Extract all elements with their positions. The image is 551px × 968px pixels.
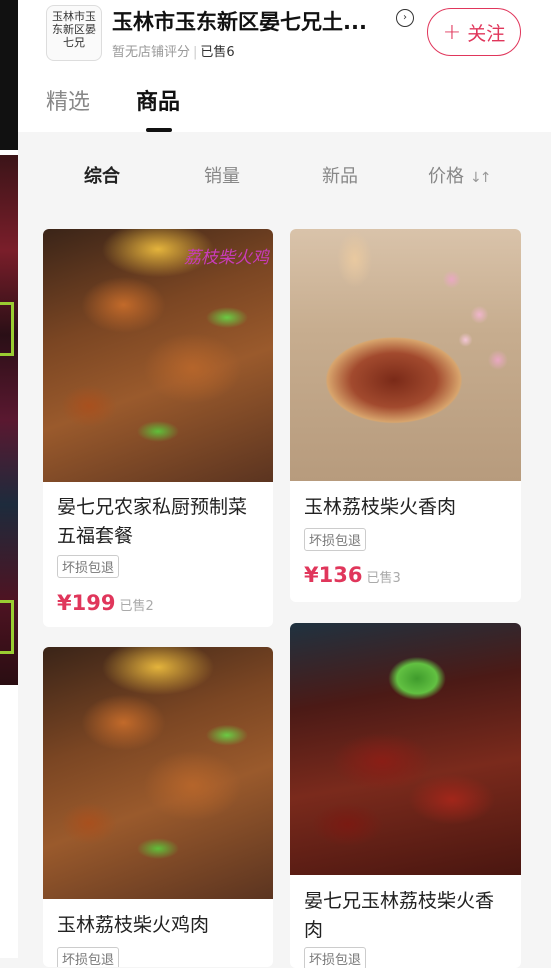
plus-icon: + bbox=[442, 19, 462, 45]
product-image bbox=[43, 647, 273, 899]
return-badge: 坏损包退 bbox=[57, 555, 120, 578]
product-title: 晏七兄玉林荔枝柴火香 肉 bbox=[304, 887, 494, 945]
product-title: 玉林荔枝柴火香肉 bbox=[304, 493, 456, 522]
sold-count: 已售2 bbox=[119, 599, 154, 614]
product-title-line: 五福套餐 bbox=[57, 525, 134, 547]
return-badge: 坏损包退 bbox=[57, 947, 120, 967]
shop-panel: 玉林市玉东新区晏七兄 玉林市玉东新区晏七兄土... › 暂无店铺评分 | 已售6 +… bbox=[18, 0, 551, 968]
tab-products[interactable]: 商品 bbox=[136, 84, 180, 116]
sort-price-label: 价格 bbox=[428, 166, 464, 187]
sort-comprehensive[interactable]: 综合 bbox=[84, 162, 120, 188]
product-card[interactable]: 荔枝柴火鸡 晏七兄农家私厨预制菜 五福套餐 坏损包退 ¥199 已售2 bbox=[43, 229, 273, 627]
follow-button[interactable]: + 关注 bbox=[427, 8, 521, 56]
shop-name[interactable]: 玉林市玉东新区晏七兄土... bbox=[112, 6, 367, 36]
sort-new[interactable]: 新品 bbox=[322, 162, 358, 188]
product-title-line: 晏七兄玉林荔枝柴火香 bbox=[304, 890, 495, 912]
chevron-right-circle-icon[interactable]: › bbox=[396, 9, 414, 27]
shop-logo[interactable]: 玉林市玉东新区晏七兄 bbox=[46, 5, 102, 61]
product-image bbox=[290, 623, 521, 875]
price-value: ¥199 bbox=[57, 591, 116, 615]
sort-price[interactable]: 价格 ↓↑ bbox=[428, 162, 492, 188]
sort-sales[interactable]: 销量 bbox=[204, 162, 240, 188]
shop-meta: 暂无店铺评分 | 已售6 bbox=[112, 41, 235, 60]
product-card[interactable]: 玉林荔枝柴火香肉 坏损包退 ¥136 已售3 bbox=[290, 229, 521, 602]
product-card[interactable]: 玉林荔枝柴火鸡肉 坏损包退 bbox=[43, 647, 273, 967]
top-tabs: 精选 商品 bbox=[18, 84, 551, 132]
price-value: ¥136 bbox=[304, 563, 363, 587]
shop-sold-count: 已售6 bbox=[200, 45, 235, 60]
product-image bbox=[290, 229, 521, 481]
tab-featured[interactable]: 精选 bbox=[46, 84, 90, 116]
shop-rating: 暂无店铺评分 bbox=[112, 45, 191, 60]
sort-bar: 综合 销量 新品 价格 ↓↑ bbox=[18, 132, 551, 212]
background-highlight-box bbox=[0, 302, 14, 356]
product-title-line: 玉林荔枝柴火鸡肉 bbox=[57, 914, 210, 936]
shop-header: 玉林市玉东新区晏七兄 玉林市玉东新区晏七兄土... › 暂无店铺评分 | 已售6 +… bbox=[18, 0, 551, 132]
product-title: 玉林荔枝柴火鸡肉 bbox=[57, 911, 209, 940]
product-title-line: 晏七兄农家私厨预制菜 bbox=[57, 496, 248, 518]
sold-count: 已售3 bbox=[366, 571, 401, 586]
meta-divider: | bbox=[193, 45, 198, 60]
background-dark-area bbox=[0, 0, 18, 150]
product-image: 荔枝柴火鸡 bbox=[43, 229, 273, 482]
product-card[interactable]: 晏七兄玉林荔枝柴火香 肉 坏损包退 bbox=[290, 623, 521, 968]
background-highlight-box bbox=[0, 600, 14, 654]
product-price: ¥136 已售3 bbox=[304, 563, 401, 587]
sort-arrows-icon: ↓↑ bbox=[470, 170, 492, 186]
follow-label: 关注 bbox=[467, 22, 506, 45]
product-title: 晏七兄农家私厨预制菜 五福套餐 bbox=[57, 493, 247, 551]
product-title-line: 玉林荔枝柴火香肉 bbox=[304, 496, 457, 518]
background-app-strip bbox=[0, 0, 18, 958]
product-price: ¥199 已售2 bbox=[57, 591, 154, 615]
product-image-caption: 荔枝柴火鸡 bbox=[184, 248, 269, 268]
product-title-line: 肉 bbox=[304, 919, 324, 941]
return-badge: 坏损包退 bbox=[304, 528, 367, 551]
